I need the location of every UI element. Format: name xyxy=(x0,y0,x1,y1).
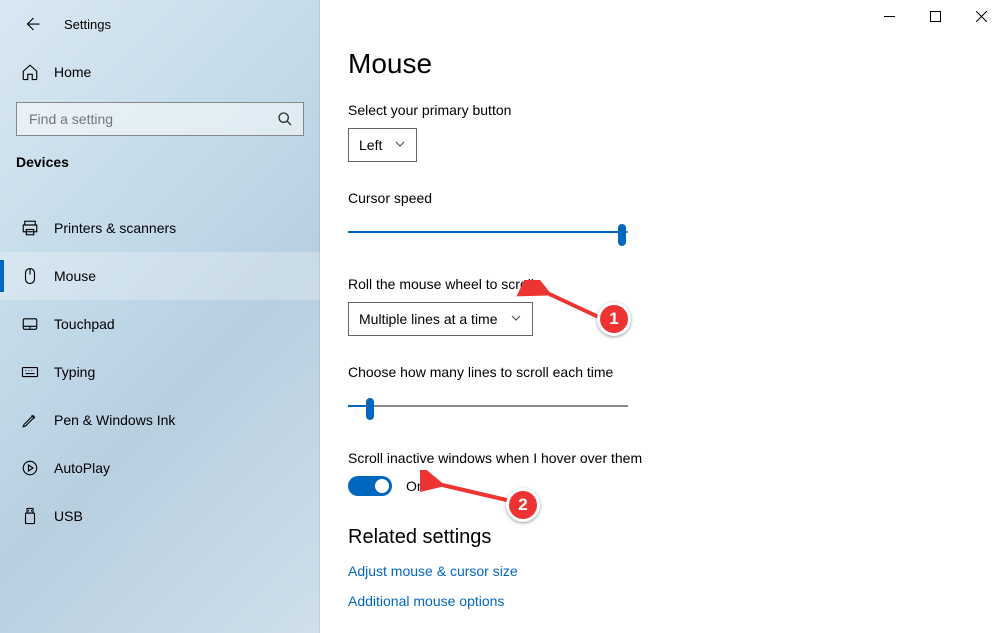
sidebar-item-printers[interactable]: Printers & scanners xyxy=(0,204,320,252)
primary-button-value: Left xyxy=(359,137,382,153)
main-panel: Mouse Select your primary button Left Cu… xyxy=(320,0,1004,633)
search-input-wrap[interactable] xyxy=(16,102,304,136)
nav-home-label: Home xyxy=(40,64,91,80)
primary-button-label: Select your primary button xyxy=(348,102,1004,118)
sidebar-item-mouse[interactable]: Mouse xyxy=(0,252,320,300)
sidebar-item-label: USB xyxy=(40,508,83,524)
sidebar-item-pen[interactable]: Pen & Windows Ink xyxy=(0,396,320,444)
page-title: Mouse xyxy=(348,48,1004,80)
scroll-lines-slider[interactable] xyxy=(348,396,628,416)
window-controls xyxy=(866,0,1004,32)
minimize-button[interactable] xyxy=(866,0,912,32)
nav-home[interactable]: Home xyxy=(0,52,320,92)
search-icon xyxy=(277,111,293,130)
pen-icon xyxy=(20,411,40,429)
sidebar-item-typing[interactable]: Typing xyxy=(0,348,320,396)
scroll-inactive-state: On xyxy=(406,478,425,494)
sidebar-item-label: Mouse xyxy=(40,268,96,284)
primary-button-dropdown[interactable]: Left xyxy=(348,128,417,162)
sidebar-item-label: AutoPlay xyxy=(40,460,110,476)
scroll-mode-dropdown[interactable]: Multiple lines at a time xyxy=(348,302,533,336)
app-title: Settings xyxy=(44,17,111,32)
scroll-mode-label: Roll the mouse wheel to scroll xyxy=(348,276,1004,292)
sidebar-item-label: Printers & scanners xyxy=(40,220,176,236)
search-input[interactable] xyxy=(27,110,293,128)
maximize-button[interactable] xyxy=(912,0,958,32)
autoplay-icon xyxy=(20,459,40,477)
link-additional-mouse-options[interactable]: Additional mouse options xyxy=(348,593,1004,609)
sidebar-item-autoplay[interactable]: AutoPlay xyxy=(0,444,320,492)
chevron-down-icon xyxy=(510,311,522,327)
sidebar-item-touchpad[interactable]: Touchpad xyxy=(0,300,320,348)
usb-icon xyxy=(20,507,40,525)
related-settings-title: Related settings xyxy=(348,526,1004,549)
home-icon xyxy=(20,63,40,81)
chevron-down-icon xyxy=(394,137,406,153)
sidebar-item-label: Pen & Windows Ink xyxy=(40,412,175,428)
sidebar-item-label: Typing xyxy=(40,364,95,380)
sidebar-item-usb[interactable]: USB xyxy=(0,492,320,540)
mouse-icon xyxy=(20,267,40,285)
close-button[interactable] xyxy=(958,0,1004,32)
cursor-speed-slider[interactable] xyxy=(348,222,628,242)
touchpad-icon xyxy=(20,315,40,333)
scroll-inactive-label: Scroll inactive windows when I hover ove… xyxy=(348,450,1004,466)
sidebar-section-title: Devices xyxy=(0,136,320,176)
printer-icon xyxy=(20,219,40,237)
back-button[interactable] xyxy=(20,12,44,36)
cursor-speed-label: Cursor speed xyxy=(348,190,1004,206)
nav-list: Printers & scanners Mouse Touchpad Typin… xyxy=(0,204,320,540)
keyboard-icon xyxy=(20,363,40,381)
scroll-lines-label: Choose how many lines to scroll each tim… xyxy=(348,364,1004,380)
sidebar-item-label: Touchpad xyxy=(40,316,115,332)
scroll-mode-value: Multiple lines at a time xyxy=(359,311,498,327)
link-adjust-mouse-cursor-size[interactable]: Adjust mouse & cursor size xyxy=(348,563,1004,579)
sidebar: Settings Home Devices Printers & scanner… xyxy=(0,0,320,633)
scroll-inactive-toggle[interactable] xyxy=(348,476,392,496)
